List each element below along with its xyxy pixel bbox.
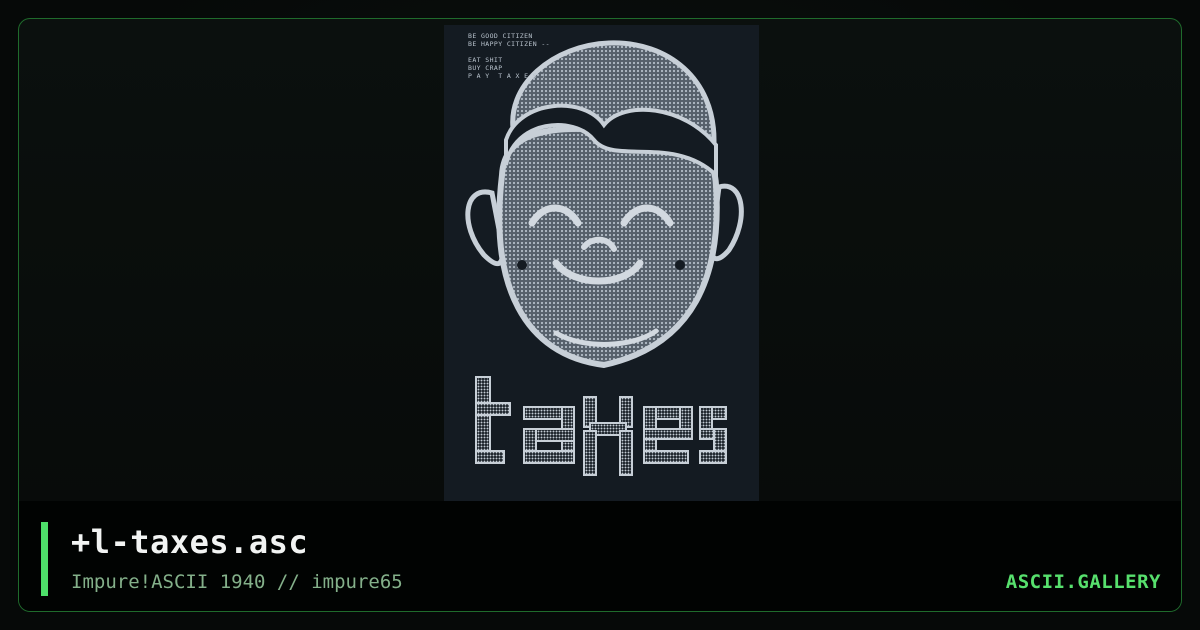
artwork-text-line: BE HAPPY CITIZEN --: [468, 40, 550, 48]
artwork-face-illustration: [465, 40, 744, 476]
artwork-title: +l-taxes.asc: [71, 523, 309, 561]
artwork-text-line: BUY CRAP: [468, 64, 503, 72]
caption-bar: +l-taxes.asc Impure!ASCII 1940 // impure…: [19, 501, 1181, 611]
taxes-block-lettering: [475, 376, 727, 476]
ascii-artwork[interactable]: BE GOOD CITIZEN BE HAPPY CITIZEN -- EAT …: [444, 25, 759, 501]
artwork-subtitle: Impure!ASCII 1940 // impure65: [71, 571, 403, 593]
face-shape: [496, 125, 720, 369]
artwork-text-line: EAT SHIT: [468, 56, 503, 64]
accent-stripe: [41, 522, 48, 596]
og-card: BE GOOD CITIZEN BE HAPPY CITIZEN -- EAT …: [0, 0, 1200, 630]
artwork-text-line: P A Y T A X E S !: [468, 72, 546, 80]
artwork-text-line: BE GOOD CITIZEN: [468, 32, 533, 40]
site-brand[interactable]: ASCII.GALLERY: [1006, 571, 1161, 593]
card-frame: BE GOOD CITIZEN BE HAPPY CITIZEN -- EAT …: [18, 18, 1182, 612]
